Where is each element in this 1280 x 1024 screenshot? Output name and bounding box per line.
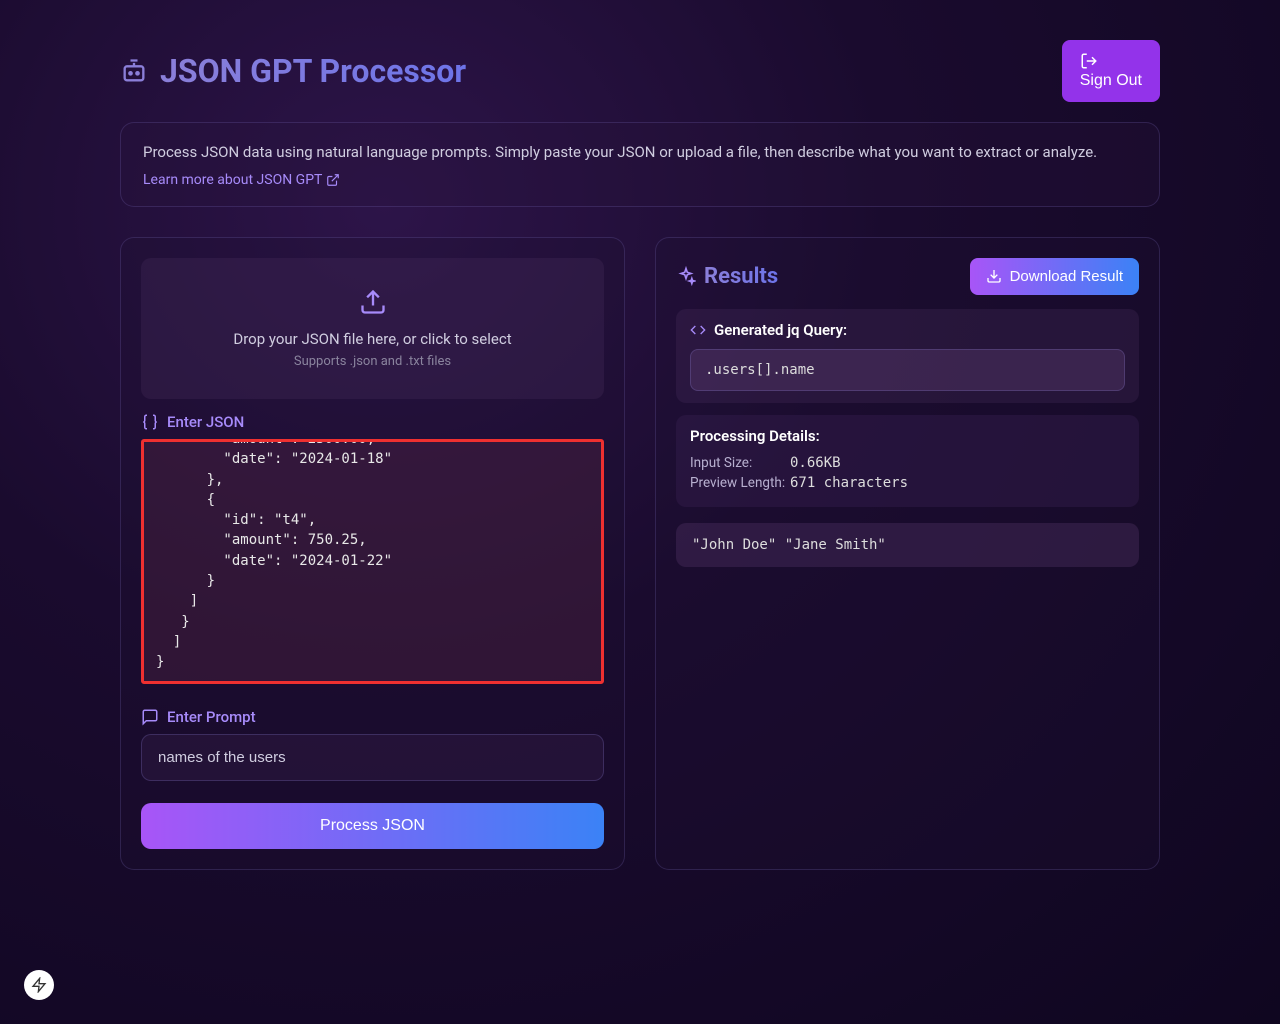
learn-more-link[interactable]: Learn more about JSON GPT	[143, 172, 340, 188]
json-input[interactable]: "id": "t3", "amount": 2500.00, "date": "…	[141, 439, 604, 684]
code-icon	[690, 322, 706, 338]
intro-box: Process JSON data using natural language…	[120, 122, 1160, 207]
query-code: .users[].name	[690, 349, 1125, 391]
chat-icon	[141, 708, 159, 726]
results-title: Results	[704, 264, 778, 289]
download-icon	[986, 268, 1002, 284]
results-panel: Results Download Result Generated jq Que…	[655, 237, 1160, 870]
query-label: Generated jq Query:	[690, 321, 1125, 339]
file-drop-zone[interactable]: Drop your JSON file here, or click to se…	[141, 258, 604, 399]
proc-title: Processing Details:	[690, 427, 1125, 445]
prompt-section-label: Enter Prompt	[141, 708, 604, 726]
upload-icon	[359, 288, 387, 316]
external-link-icon	[326, 173, 340, 187]
results-header: Results Download Result	[676, 258, 1139, 295]
intro-text: Process JSON data using natural language…	[143, 141, 1137, 164]
drop-main-text: Drop your JSON file here, or click to se…	[161, 330, 584, 348]
logo: JSON GPT Processor	[120, 52, 466, 90]
app-title: JSON GPT Processor	[160, 52, 466, 90]
input-panel: Drop your JSON file here, or click to se…	[120, 237, 625, 870]
json-section-label: Enter JSON	[141, 413, 604, 431]
proc-row-input-size: Input Size: 0.66KB	[690, 455, 1125, 471]
bot-icon	[120, 57, 148, 85]
download-button[interactable]: Download Result	[970, 258, 1139, 295]
result-output: "John Doe" "Jane Smith"	[676, 523, 1139, 567]
proc-row-preview-length: Preview Length: 671 characters	[690, 475, 1125, 491]
app-header: JSON GPT Processor Sign Out	[120, 40, 1160, 102]
assistant-badge[interactable]	[24, 970, 54, 1000]
signout-button[interactable]: Sign Out	[1062, 40, 1160, 102]
drop-sub-text: Supports .json and .txt files	[161, 354, 584, 369]
sparkle-icon	[676, 266, 696, 286]
processing-details: Processing Details: Input Size: 0.66KB P…	[676, 415, 1139, 507]
bolt-icon	[31, 977, 47, 993]
process-button[interactable]: Process JSON	[141, 803, 604, 849]
signout-icon	[1080, 52, 1098, 70]
braces-icon	[141, 413, 159, 431]
prompt-input[interactable]	[141, 734, 604, 781]
query-box: Generated jq Query: .users[].name	[676, 309, 1139, 403]
